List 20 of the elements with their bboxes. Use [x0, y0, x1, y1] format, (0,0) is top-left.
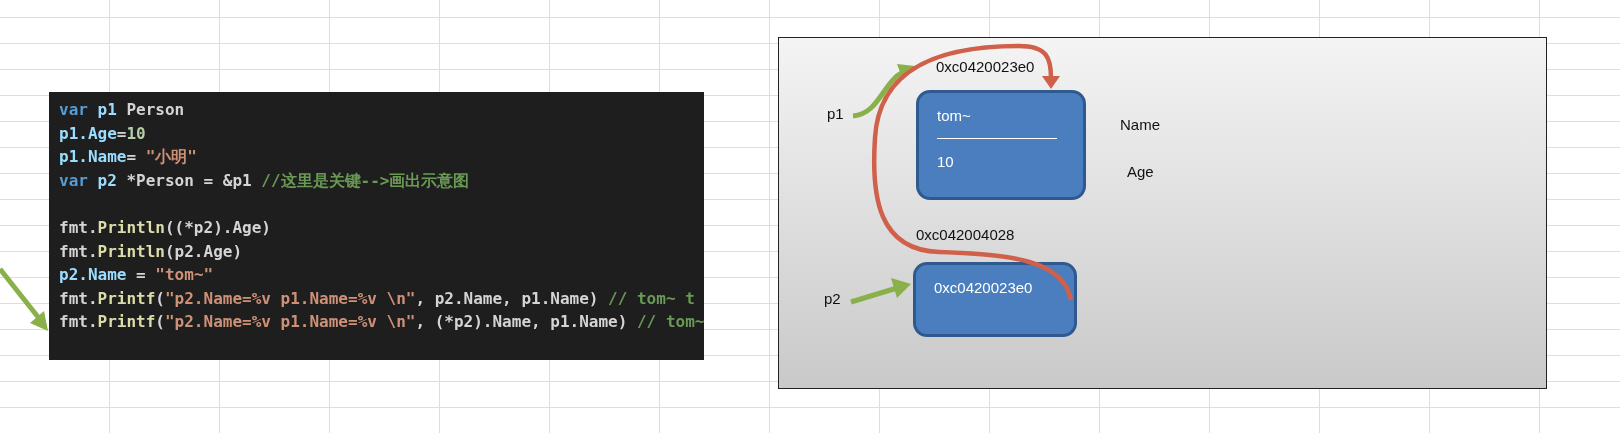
code-line: p1.Name= "小明" — [59, 146, 197, 169]
field-label: Age — [1127, 163, 1154, 180]
code-line: p2.Name = "tom~" — [59, 264, 214, 287]
address-label: 0xc0420023e0 — [936, 58, 1035, 75]
field-value: 0xc0420023e0 — [934, 278, 1034, 298]
address-label: 0xc042004028 — [916, 226, 1015, 243]
code-line: fmt.Println(p2.Age) — [59, 240, 243, 263]
arrow — [852, 64, 915, 119]
pointer-label: p1 — [827, 105, 844, 122]
code-line: p1.Age=10 — [59, 122, 146, 145]
code-line: var p2 *Person = &p1 //这里是关键-->画出示意图 — [59, 169, 470, 192]
field-value: 10 — [937, 152, 955, 172]
code-line: var p1 Person — [59, 99, 185, 121]
code-line: fmt.Printf("p2.Name=%v p1.Name=%v \n", (*p2).Name, p1.Name) // tom~ — [59, 311, 704, 334]
code-line: fmt.Printf("p2.Name=%v p1.Name=%v \n", p2.Name, p1.Name) // tom~ t — [59, 287, 695, 310]
field-label: Name — [1120, 116, 1160, 133]
pointer-label: p2 — [824, 290, 841, 307]
arrow — [850, 278, 911, 305]
code-line: fmt.Println((*p2).Age) — [59, 216, 271, 239]
field-value: tom~ — [937, 106, 972, 126]
